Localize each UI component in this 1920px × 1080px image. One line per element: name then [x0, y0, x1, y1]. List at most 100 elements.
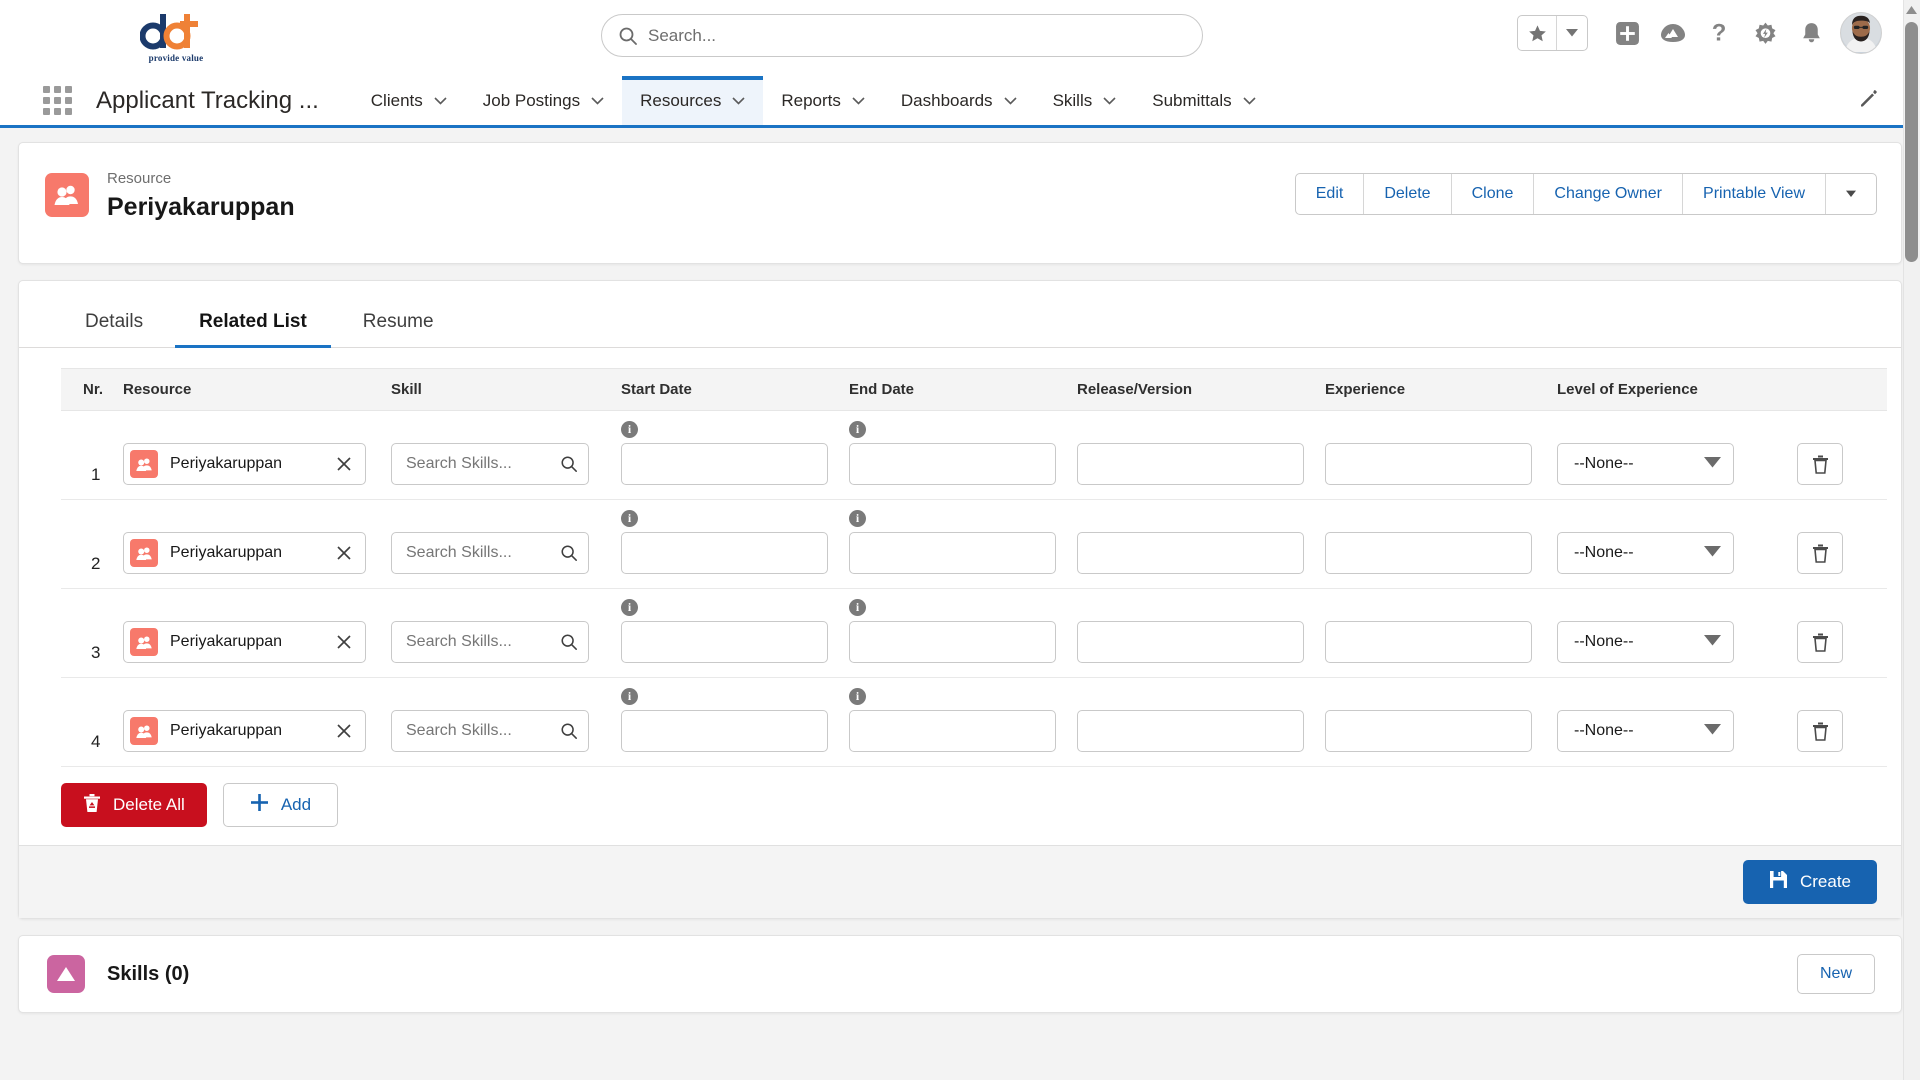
skill-search-input[interactable]: Search Skills... [391, 710, 589, 752]
delete-row-button[interactable] [1797, 443, 1843, 485]
end-date-input[interactable] [849, 532, 1056, 574]
skill-cell: Search Skills... [391, 588, 621, 678]
info-icon[interactable]: i [849, 599, 866, 616]
app-name-label[interactable]: Applicant Tracking ... [96, 76, 319, 125]
nav-item-label: Skills [1052, 90, 1093, 110]
edit-button[interactable]: Edit [1296, 174, 1365, 214]
end-date-input[interactable] [849, 621, 1056, 663]
level-of-experience-select[interactable]: --None-- [1557, 443, 1734, 485]
nav-item-job-postings[interactable]: Job Postings [465, 76, 622, 125]
resource-lookup-pill[interactable]: Periyakaruppan [123, 532, 366, 574]
scroll-up-icon[interactable] [1905, 3, 1918, 17]
skills-table: Nr. Resource Skill Start Date End Date R… [61, 368, 1887, 767]
experience-input[interactable] [1325, 443, 1532, 485]
clear-resource-icon[interactable] [331, 635, 357, 649]
new-skill-button[interactable]: New [1797, 954, 1875, 994]
nav-item-reports[interactable]: Reports [763, 76, 883, 125]
delete-button[interactable]: Delete [1364, 174, 1452, 214]
end-date-cell: i [849, 677, 1077, 767]
release-version-input[interactable] [1077, 710, 1304, 752]
experience-input[interactable] [1325, 710, 1532, 752]
nav-item-clients[interactable]: Clients [353, 76, 465, 125]
chevron-down-icon [434, 96, 447, 105]
nav-item-dashboards[interactable]: Dashboards [883, 76, 1035, 125]
nav-item-submittals[interactable]: Submittals [1134, 76, 1273, 125]
skill-search-placeholder: Search Skills... [406, 633, 512, 650]
clear-resource-icon[interactable] [331, 546, 357, 560]
nav-item-skills[interactable]: Skills [1035, 76, 1135, 125]
global-search-input[interactable]: Search... [601, 14, 1203, 57]
more-actions-caret-down-icon[interactable] [1826, 174, 1876, 214]
setup-gear-icon[interactable] [1742, 12, 1788, 54]
chevron-down-icon [1704, 722, 1721, 740]
start-date-input[interactable] [621, 710, 828, 752]
resource-lookup-pill[interactable]: Periyakaruppan [123, 443, 366, 485]
experience-input[interactable] [1325, 621, 1532, 663]
trailhead-icon[interactable] [1650, 12, 1696, 54]
info-icon[interactable]: i [621, 510, 638, 527]
delete-all-button[interactable]: Delete All [61, 783, 207, 827]
column-header-level-of-experience: Level of Experience [1557, 368, 1797, 411]
plus-icon [250, 793, 269, 817]
resource-lookup-pill[interactable]: Periyakaruppan [123, 710, 366, 752]
notifications-bell-icon[interactable] [1788, 12, 1834, 54]
start-date-input[interactable] [621, 443, 828, 485]
tab-details[interactable]: Details [61, 303, 167, 347]
skill-search-input[interactable]: Search Skills... [391, 621, 589, 663]
start-date-cell: i [621, 499, 849, 589]
end-date-input[interactable] [849, 443, 1056, 485]
help-icon[interactable]: ? [1696, 12, 1742, 54]
release-version-input[interactable] [1077, 443, 1304, 485]
scrollbar-thumb[interactable] [1905, 22, 1918, 262]
resource-people-icon [130, 717, 158, 745]
app-launcher-waffle-icon[interactable] [36, 76, 78, 125]
user-avatar[interactable] [1840, 12, 1882, 54]
add-row-button[interactable]: Add [222, 783, 339, 827]
end-date-input[interactable] [849, 710, 1056, 752]
row-number: 1 [61, 410, 123, 500]
global-add-icon[interactable] [1604, 12, 1650, 54]
delete-row-button[interactable] [1797, 621, 1843, 663]
company-logo[interactable]: provide value [128, 6, 224, 68]
end-date-cell: i [849, 410, 1077, 500]
resource-name: Periyakaruppan [170, 722, 283, 739]
info-icon[interactable]: i [849, 688, 866, 705]
skill-search-input[interactable]: Search Skills... [391, 532, 589, 574]
clear-resource-icon[interactable] [331, 724, 357, 738]
delete-row-button[interactable] [1797, 710, 1843, 752]
clear-resource-icon[interactable] [331, 457, 357, 471]
level-of-experience-select[interactable]: --None-- [1557, 532, 1734, 574]
nav-item-label: Dashboards [900, 90, 993, 110]
tab-resume[interactable]: Resume [339, 303, 458, 347]
favorites-dropdown-icon[interactable] [1557, 16, 1587, 50]
level-of-experience-select[interactable]: --None-- [1557, 621, 1734, 663]
info-icon[interactable]: i [849, 421, 866, 438]
release-version-input[interactable] [1077, 621, 1304, 663]
favorites-star-icon[interactable] [1518, 16, 1556, 50]
skill-search-input[interactable]: Search Skills... [391, 443, 589, 485]
experience-input[interactable] [1325, 532, 1532, 574]
create-button[interactable]: Create [1742, 860, 1877, 904]
clone-button[interactable]: Clone [1452, 174, 1535, 214]
page-scrollbar[interactable] [1903, 0, 1920, 1080]
table-row: 4 Periyakaruppan Search Skills... i i --… [61, 677, 1887, 767]
pencil-icon[interactable] [1858, 87, 1880, 114]
chevron-down-icon [1704, 544, 1721, 562]
info-icon[interactable]: i [621, 421, 638, 438]
printable-view-button[interactable]: Printable View [1683, 174, 1826, 214]
tab-related-list[interactable]: Related List [175, 303, 331, 348]
start-date-input[interactable] [621, 621, 828, 663]
delete-row-button[interactable] [1797, 532, 1843, 574]
info-icon[interactable]: i [621, 599, 638, 616]
page-content: Resource Periyakaruppan Edit Delete Clon… [0, 128, 1920, 1013]
info-icon[interactable]: i [849, 510, 866, 527]
start-date-input[interactable] [621, 532, 828, 574]
resource-lookup-pill[interactable]: Periyakaruppan [123, 621, 366, 663]
info-icon[interactable]: i [621, 688, 638, 705]
level-of-experience-select[interactable]: --None-- [1557, 710, 1734, 752]
experience-cell [1325, 499, 1557, 589]
nav-item-resources[interactable]: Resources [622, 76, 764, 125]
change-owner-button[interactable]: Change Owner [1534, 174, 1684, 214]
select-value: --None-- [1574, 544, 1634, 561]
release-version-input[interactable] [1077, 532, 1304, 574]
